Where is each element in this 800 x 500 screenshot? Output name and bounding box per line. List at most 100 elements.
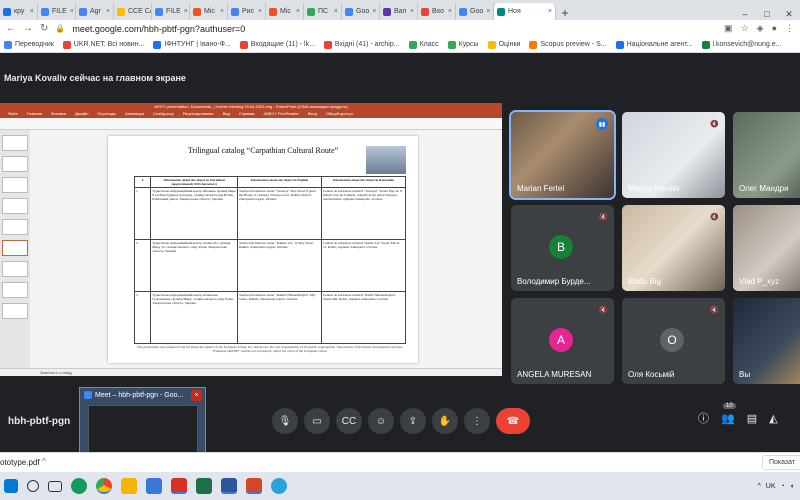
task-view-icon[interactable]: [48, 480, 62, 492]
pdf-reader-icon[interactable]: [171, 478, 187, 494]
leave-call-button[interactable]: ☎: [496, 408, 530, 434]
bookmark-item[interactable]: Національне агент...: [615, 40, 693, 49]
bookmark-item[interactable]: Вхідні (41) - archip...: [323, 40, 400, 49]
browser-tab[interactable]: Mic ×: [266, 3, 304, 20]
browser-tab[interactable]: FILE ×: [152, 3, 190, 20]
bookmark-item[interactable]: Класс: [408, 40, 439, 49]
more-options-button[interactable]: ⋮: [464, 408, 490, 434]
forward-icon[interactable]: →: [23, 23, 33, 34]
close-icon[interactable]: ×: [258, 8, 262, 15]
camera-icon: ▭: [312, 415, 322, 427]
extensions-icon[interactable]: ◈: [757, 23, 764, 34]
close-icon[interactable]: ×: [106, 8, 110, 15]
participant-tile[interactable]: В 🔇 Володимир Бурде...: [511, 205, 614, 291]
participant-tile[interactable]: 🔇Олег Мандри: [733, 112, 800, 198]
camera-indicator-icon[interactable]: ▣: [724, 23, 733, 34]
browser-tab[interactable]: Bxo ×: [418, 3, 456, 20]
chrome-icon[interactable]: [96, 478, 112, 494]
new-tab-icon[interactable]: +: [556, 6, 574, 20]
profile-icon[interactable]: ●: [772, 23, 777, 34]
minimize-icon[interactable]: –: [734, 9, 756, 20]
browser-tab[interactable]: ПС ×: [304, 3, 342, 20]
participant-name: Radu Big: [628, 277, 661, 286]
browser-tab[interactable]: Agr ×: [76, 3, 114, 20]
browser-tab[interactable]: кру ×: [0, 3, 38, 20]
network-icon[interactable]: ◔: [781, 483, 785, 490]
search-icon[interactable]: [27, 480, 39, 492]
bookmark-item[interactable]: Scopus preview - S...: [529, 40, 607, 49]
close-icon[interactable]: ×: [448, 8, 452, 15]
close-icon[interactable]: ×: [548, 8, 552, 15]
close-icon[interactable]: ×: [220, 8, 224, 15]
bookmark-item[interactable]: Курсы: [447, 40, 479, 49]
reload-icon[interactable]: ↻: [40, 23, 48, 34]
maximize-icon[interactable]: □: [756, 9, 778, 20]
browser-tab[interactable]: Mic ×: [190, 3, 228, 20]
tab-active[interactable]: Ноя ×: [494, 3, 556, 20]
close-icon[interactable]: ×: [30, 8, 34, 15]
bookmark-item[interactable]: l.konsevich@nung.e...: [701, 40, 782, 49]
url-field[interactable]: meet.google.com/hbh-pbtf-pgn?authuser=0: [72, 24, 245, 34]
volume-icon[interactable]: ◖: [790, 483, 794, 490]
browser-tab[interactable]: Goo ×: [456, 3, 494, 20]
bookmark-item[interactable]: ІФНТУНГ | Івано-Ф...: [153, 40, 231, 49]
people-button[interactable]: 👥 10: [721, 402, 736, 425]
close-icon[interactable]: ×: [410, 8, 414, 15]
browser-tab[interactable]: Goo ×: [342, 3, 380, 20]
close-icon[interactable]: ×: [70, 8, 74, 15]
participant-tile[interactable]: A 🔇 ANGELA MURESAN: [511, 298, 614, 384]
chevron-up-icon[interactable]: ^: [42, 457, 46, 466]
menu-icon[interactable]: ⋮: [785, 23, 794, 34]
presenter-banner: Mariya Kovaliv сейчас на главном экране: [0, 53, 800, 91]
browser-tab[interactable]: Рис ×: [228, 3, 266, 20]
chat-button[interactable]: ▤: [747, 412, 757, 425]
browser-tab[interactable]: FILE ×: [38, 3, 76, 20]
start-icon[interactable]: [4, 479, 18, 493]
store-icon[interactable]: [146, 478, 162, 494]
slide-photo: [366, 146, 406, 174]
close-icon[interactable]: ×: [334, 8, 338, 15]
bookmark-item[interactable]: Оцінки: [487, 40, 520, 49]
participant-tile[interactable]: 🔇 Radu Big: [622, 205, 725, 291]
close-icon[interactable]: ×: [372, 8, 376, 15]
language-indicator[interactable]: UK: [766, 483, 776, 490]
table-row: 3 Туристично-інформаційний центр «Рахівсь…: [133, 291, 407, 345]
preview-close-button[interactable]: ×: [191, 390, 202, 401]
telegram-icon[interactable]: [271, 478, 287, 494]
close-icon[interactable]: ×: [184, 8, 188, 15]
excel-icon[interactable]: [196, 478, 212, 494]
word-icon[interactable]: [221, 478, 237, 494]
powerpoint-icon[interactable]: [246, 478, 262, 494]
reactions-button[interactable]: ☺: [368, 408, 394, 434]
participant-tile[interactable]: ▮▮ Marian Fertel: [509, 110, 616, 200]
lock-icon[interactable]: 🔒: [55, 24, 65, 33]
tab-favicon-icon: [421, 7, 429, 16]
participant-tile[interactable]: 🔇Вы: [733, 298, 800, 384]
participant-tile[interactable]: 🔇 Mariya Kovaliv: [622, 112, 725, 198]
slide-table: # Information about the object in Ukraini…: [133, 175, 407, 345]
download-item[interactable]: ototype.pdf: [0, 458, 40, 467]
close-icon[interactable]: ×: [296, 8, 300, 15]
show-all-downloads-button[interactable]: Показат: [762, 455, 800, 470]
bookmark-item[interactable]: Входящие (11) - lk...: [239, 40, 315, 49]
meeting-info-button[interactable]: ⓘ: [698, 410, 709, 426]
raise-hand-button[interactable]: ✋: [432, 408, 458, 434]
chevron-up-icon[interactable]: ^: [758, 483, 761, 490]
bookmark-item[interactable]: UKR.NET: Всі новин...: [62, 40, 144, 49]
browser-tab[interactable]: Ban ×: [380, 3, 418, 20]
file-explorer-icon[interactable]: [121, 478, 137, 494]
captions-button[interactable]: CC: [336, 408, 362, 434]
microphone-button[interactable]: 🎙: [272, 408, 298, 434]
edge-icon[interactable]: [71, 478, 87, 494]
bookmark-item[interactable]: Переводчик: [4, 40, 54, 49]
close-window-icon[interactable]: ✕: [778, 9, 800, 20]
camera-button[interactable]: ▭: [304, 408, 330, 434]
star-icon[interactable]: ☆: [741, 23, 749, 34]
participant-tile[interactable]: O 🔇 Оля Косьмій: [622, 298, 725, 384]
close-icon[interactable]: ×: [486, 8, 490, 15]
participant-tile[interactable]: 🔇Vlad P_xyz: [733, 205, 800, 291]
browser-tab[interactable]: CCE САП×: [114, 3, 152, 20]
activities-button[interactable]: ◭: [769, 412, 777, 425]
present-button[interactable]: ⇪: [400, 408, 426, 434]
back-icon[interactable]: ←: [6, 23, 16, 34]
